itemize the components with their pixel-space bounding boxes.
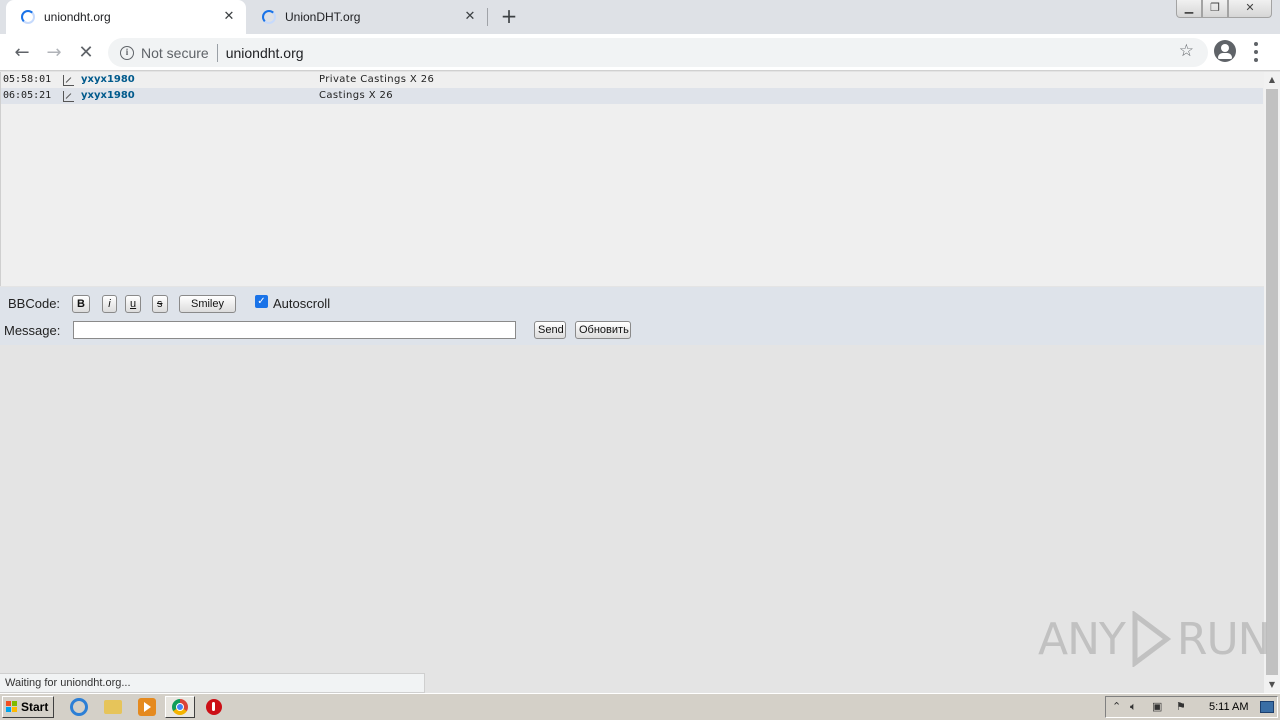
close-tab-icon[interactable]: ✕ (461, 8, 479, 26)
start-button[interactable]: Start (2, 696, 54, 718)
page-content: 05:58:01 yxyx1980 Private Castings X 26 … (0, 72, 1264, 693)
close-tab-icon[interactable]: ✕ (220, 8, 238, 26)
scroll-up-icon[interactable]: ▲ (1264, 72, 1280, 88)
loading-spinner-icon (21, 10, 35, 24)
message-label: Message: (4, 323, 61, 338)
opera-icon[interactable] (206, 699, 222, 715)
chat-input-form: BBCode: B i u s Smiley ✓ Autoscroll Mess… (0, 287, 1264, 345)
account-icon[interactable] (1214, 40, 1236, 62)
address-bar[interactable]: i Not secure uniondht.org ☆ (108, 38, 1208, 67)
reply-arrow-icon[interactable] (63, 75, 74, 86)
security-label: Not secure (141, 44, 209, 61)
message-time: 06:05:21 (3, 90, 52, 101)
restore-icon[interactable]: ❐ (1202, 0, 1228, 18)
tab-uniondht-inactive[interactable]: UnionDHT.org ✕ (247, 0, 487, 34)
windows-flag-icon (6, 701, 18, 713)
internet-explorer-icon[interactable] (70, 698, 88, 716)
watermark-right-text: RUN (1176, 613, 1271, 665)
tab-strip: uniondht.org ✕ UnionDHT.org ✕ + ▁ ❐ ✕ (0, 0, 1280, 34)
tab-separator (487, 8, 488, 26)
bookmark-star-icon[interactable]: ☆ (1179, 41, 1194, 61)
loading-spinner-icon (262, 10, 276, 24)
volume-icon[interactable]: 🔈︎ (1130, 700, 1137, 714)
send-button[interactable]: Send (534, 321, 566, 339)
new-tab-icon[interactable]: + (498, 6, 520, 28)
info-icon[interactable]: i (120, 45, 134, 60)
back-arrow-icon[interactable]: ← (9, 40, 35, 66)
show-desktop-icon[interactable] (1260, 701, 1274, 713)
bold-button[interactable]: B (72, 295, 90, 313)
url-text[interactable]: uniondht.org (226, 45, 304, 61)
message-time: 05:58:01 (3, 74, 52, 85)
network-icon[interactable]: ▣ (1152, 700, 1162, 714)
browser-toolbar: ← → ✕ i Not secure uniondht.org ☆ (0, 34, 1280, 71)
play-logo-icon (1132, 611, 1171, 667)
message-text: Private Castings X 26 (319, 74, 435, 85)
chrome-icon (172, 699, 188, 715)
underline-button[interactable]: u (125, 295, 142, 313)
system-tray: ⌃ 🔈︎ ▣ ⚑ 5:11 AM (1105, 696, 1278, 718)
chat-log: 05:58:01 yxyx1980 Private Castings X 26 … (0, 72, 1264, 286)
action-center-flag-icon[interactable]: ⚑ (1176, 700, 1186, 714)
autoscroll-label[interactable]: Autoscroll (273, 296, 330, 311)
tab-uniondht-active[interactable]: uniondht.org ✕ (6, 0, 246, 34)
smiley-button[interactable]: Smiley (179, 295, 236, 313)
strike-button[interactable]: s (152, 295, 168, 313)
chat-message-row: 05:58:01 yxyx1980 Private Castings X 26 (1, 72, 1263, 88)
kebab-menu-icon[interactable] (1253, 42, 1259, 62)
page-scrollbar[interactable]: ▲ ▼ (1264, 72, 1280, 693)
forward-arrow-icon[interactable]: → (41, 40, 67, 66)
tab-title: UnionDHT.org (285, 10, 361, 24)
watermark-left-text: ANY (1038, 613, 1126, 665)
folder-icon[interactable] (104, 700, 122, 714)
tab-title: uniondht.org (44, 10, 111, 24)
reply-arrow-icon[interactable] (63, 91, 74, 102)
windows-taskbar: Start ⌃ 🔈︎ ▣ ⚑ 5:11 AM (0, 693, 1280, 720)
anyrun-watermark: ANY RUN (1038, 606, 1271, 672)
autoscroll-checkbox[interactable]: ✓ (255, 295, 268, 308)
chat-message-row: 06:05:21 yxyx1980 Castings X 26 (1, 88, 1263, 104)
tray-expand-icon[interactable]: ⌃ (1112, 700, 1121, 714)
refresh-button[interactable]: Обновить (575, 321, 631, 339)
start-label: Start (21, 700, 49, 714)
omnibox-separator (216, 43, 218, 62)
message-username[interactable]: yxyx1980 (81, 88, 135, 104)
window-close-icon[interactable]: ✕ (1228, 0, 1272, 18)
scroll-down-icon[interactable]: ▼ (1264, 677, 1280, 693)
message-input[interactable] (73, 321, 516, 339)
italic-button[interactable]: i (102, 295, 117, 313)
message-text: Castings X 26 (319, 90, 394, 101)
window-controls: ▁ ❐ ✕ (1176, 0, 1272, 18)
media-player-icon[interactable] (138, 698, 156, 716)
chrome-taskbar-button[interactable] (165, 696, 195, 718)
bbcode-label: BBCode: (8, 296, 61, 311)
message-username[interactable]: yxyx1980 (81, 72, 135, 88)
scroll-thumb[interactable] (1266, 89, 1278, 675)
status-bubble: Waiting for uniondht.org... (0, 673, 425, 693)
minimize-icon[interactable]: ▁ (1176, 0, 1202, 18)
stop-loading-icon[interactable]: ✕ (73, 40, 99, 66)
clock[interactable]: 5:11 AM (1209, 701, 1249, 713)
